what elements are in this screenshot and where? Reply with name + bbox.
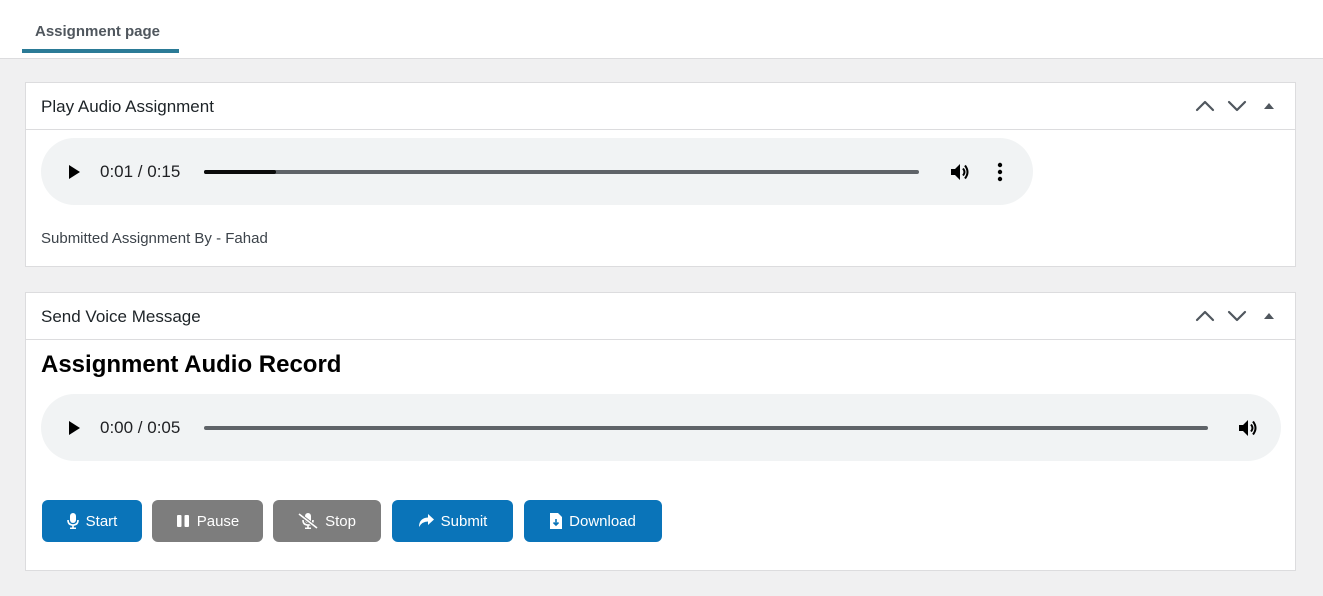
toggle-panel-button[interactable]	[1253, 92, 1285, 120]
start-button[interactable]: Start	[42, 500, 142, 542]
audio-time: 0:01 / 0:15	[100, 162, 181, 181]
pause-button[interactable]: Pause	[152, 500, 263, 542]
record-heading: Assignment Audio Record	[41, 351, 342, 378]
download-button-label: Download	[569, 512, 636, 530]
share-arrow-icon	[418, 514, 434, 527]
audio-progress-fill	[204, 170, 276, 174]
start-button-label: Start	[85, 512, 118, 530]
audio-player: 0:00 / 0:05	[41, 394, 1281, 461]
play-icon[interactable]	[65, 162, 83, 182]
submitted-by-text: Submitted Assignment By - Fahad	[41, 230, 268, 247]
submit-button-label: Submit	[440, 512, 488, 530]
move-down-button[interactable]	[1221, 92, 1253, 120]
toggle-panel-button[interactable]	[1253, 302, 1285, 330]
play-audio-assignment-panel: Play Audio Assignment 0:01 / 0:15 Submit…	[25, 82, 1296, 267]
play-icon[interactable]	[65, 418, 83, 438]
download-button[interactable]: Download	[524, 500, 662, 542]
pause-icon	[176, 515, 189, 527]
panel-handle-actions	[1189, 302, 1285, 330]
tab-assignment-page[interactable]: Assignment page	[22, 14, 179, 53]
chevron-down-icon	[1227, 310, 1247, 322]
chevron-up-icon	[1195, 310, 1215, 322]
panel-handle-actions	[1189, 92, 1285, 120]
panel-header: Play Audio Assignment	[26, 83, 1295, 130]
stop-button[interactable]: Stop	[273, 500, 381, 542]
audio-time: 0:00 / 0:05	[100, 418, 181, 437]
stop-button-label: Stop	[325, 512, 356, 530]
triangle-up-icon	[1264, 103, 1274, 109]
more-vertical-icon[interactable]	[988, 160, 1012, 184]
triangle-up-icon	[1264, 313, 1274, 319]
file-download-icon	[550, 513, 563, 529]
panel-header: Send Voice Message	[26, 293, 1295, 340]
audio-progress-track[interactable]	[204, 426, 1208, 430]
tab-label: Assignment page	[35, 23, 161, 40]
microphone-icon	[66, 513, 79, 529]
chevron-up-icon	[1195, 100, 1215, 112]
volume-icon[interactable]	[1236, 416, 1260, 440]
panel-title: Send Voice Message	[41, 307, 201, 326]
audio-player: 0:01 / 0:15	[41, 138, 1033, 205]
chevron-down-icon	[1227, 100, 1247, 112]
move-up-button[interactable]	[1189, 92, 1221, 120]
submit-button[interactable]: Submit	[392, 500, 513, 542]
move-down-button[interactable]	[1221, 302, 1253, 330]
tab-bar: Assignment page	[0, 0, 1323, 59]
microphone-slash-icon	[298, 513, 319, 529]
audio-progress-track[interactable]	[204, 170, 919, 174]
volume-icon[interactable]	[948, 160, 972, 184]
send-voice-message-panel: Send Voice Message Assignment Audio Reco…	[25, 292, 1296, 571]
move-up-button[interactable]	[1189, 302, 1221, 330]
pause-button-label: Pause	[196, 512, 240, 530]
panel-title: Play Audio Assignment	[41, 97, 214, 116]
